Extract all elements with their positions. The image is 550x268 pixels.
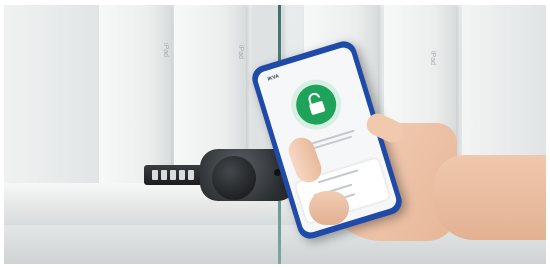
lock-fin bbox=[161, 170, 167, 180]
unlock-status-ring bbox=[284, 73, 348, 136]
unlock-status-circle bbox=[291, 79, 342, 130]
lock-fin bbox=[170, 170, 176, 180]
app-title: IKVA bbox=[266, 73, 280, 83]
box-label: iPad bbox=[162, 43, 169, 58]
wrist bbox=[434, 155, 546, 240]
lock-fin bbox=[152, 170, 158, 180]
unlock-icon bbox=[308, 92, 326, 115]
lock-fin bbox=[188, 170, 194, 180]
panel-text-line bbox=[317, 169, 359, 184]
box-label: iPad bbox=[237, 45, 244, 60]
lock-knob bbox=[212, 156, 256, 200]
box-label: iPad bbox=[429, 51, 436, 66]
photo: iPad iPad iPad IKVA bbox=[4, 5, 546, 264]
lock-fin bbox=[179, 170, 185, 180]
finger bbox=[309, 191, 349, 225]
product-box bbox=[462, 5, 546, 165]
